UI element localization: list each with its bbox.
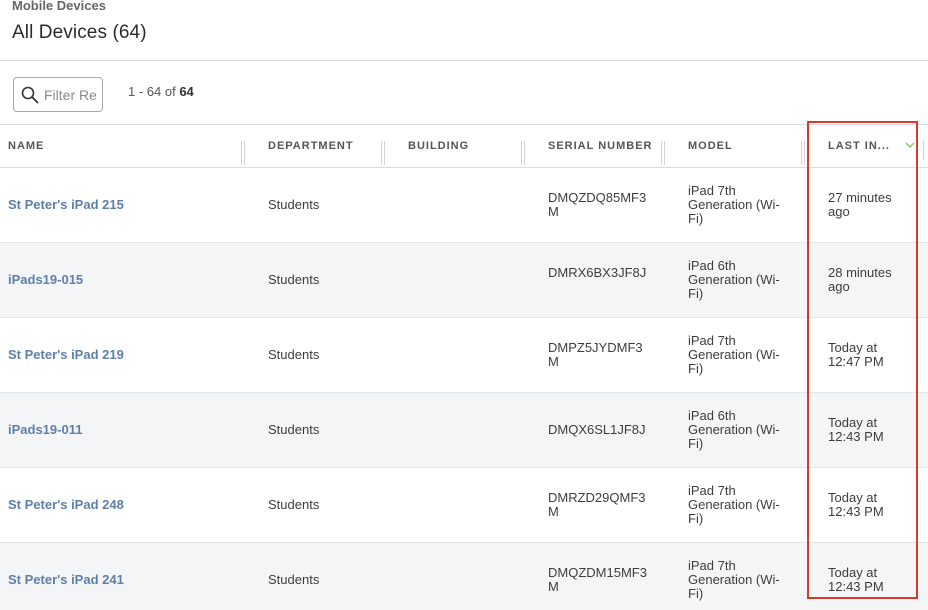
page-title: All Devices (64) [12, 22, 147, 43]
column-header-building[interactable]: BUILDING [408, 140, 469, 152]
device-model: iPad 7th Generation (Wi-Fi) [688, 333, 780, 376]
device-last-inventory: Today at 12:47 PM [828, 340, 884, 369]
column-header-department[interactable]: DEPARTMENT [268, 140, 354, 152]
filter-input[interactable] [44, 85, 100, 105]
chevron-down-icon[interactable] [905, 141, 915, 149]
device-name-link[interactable]: iPads19-011 [8, 423, 82, 437]
device-model: iPad 7th Generation (Wi-Fi) [688, 183, 780, 226]
toolbar: 1 - 64 of 64 [0, 61, 928, 124]
breadcrumb[interactable]: Mobile Devices [12, 0, 106, 13]
column-resize-handle[interactable] [801, 141, 805, 165]
column-divider [923, 140, 924, 160]
device-serial: DMQX6SL1JF8J [548, 422, 646, 437]
device-serial: DMQZDM15MF3M [548, 565, 647, 594]
table-header: NAME DEPARTMENT BUILDING SERIAL NUMBER M… [0, 124, 928, 168]
device-department: Students [268, 347, 320, 362]
device-name-link[interactable]: St Peter's iPad 241 [8, 573, 124, 587]
filter-box[interactable] [13, 77, 103, 112]
table-row[interactable]: iPads19-015 Students DMRX6BX3JF8J iPad 6… [0, 243, 928, 318]
column-header-last-inventory[interactable]: LAST IN... [828, 140, 890, 152]
device-serial: DMPZ5JYDMF3M [548, 340, 643, 369]
pagination-range: 1 - 64 of [128, 84, 180, 99]
table-row[interactable]: St Peter's iPad 248 Students DMRZD29QMF3… [0, 468, 928, 543]
device-serial: DMRZD29QMF3M [548, 490, 646, 519]
table-row[interactable]: St Peter's iPad 215 Students DMQZDQ85MF3… [0, 168, 928, 243]
column-resize-handle[interactable] [661, 141, 665, 165]
device-department: Students [268, 197, 320, 212]
pagination-total: 64 [179, 84, 194, 99]
device-department: Students [268, 272, 320, 287]
table-row[interactable]: St Peter's iPad 241 Students DMQZDM15MF3… [0, 543, 928, 610]
device-name-link[interactable]: iPads19-015 [8, 273, 83, 287]
search-icon [21, 86, 39, 104]
table-row[interactable]: iPads19-011 Students DMQX6SL1JF8J iPad 6… [0, 393, 928, 468]
page-header: Mobile Devices All Devices (64) [0, 0, 928, 61]
column-header-model[interactable]: MODEL [688, 140, 733, 152]
device-department: Students [268, 422, 320, 437]
table-row[interactable]: St Peter's iPad 219 Students DMPZ5JYDMF3… [0, 318, 928, 393]
device-name-link[interactable]: St Peter's iPad 215 [8, 198, 124, 212]
device-model: iPad 7th Generation (Wi-Fi) [688, 558, 780, 601]
device-last-inventory: Today at 12:43 PM [828, 490, 884, 519]
device-last-inventory: 27 minutes ago [828, 190, 892, 219]
device-name-link[interactable]: St Peter's iPad 248 [8, 498, 124, 512]
column-resize-handle[interactable] [241, 141, 245, 165]
device-department: Students [268, 572, 320, 587]
column-resize-handle[interactable] [381, 141, 385, 165]
column-header-name[interactable]: NAME [8, 140, 44, 152]
device-name-link[interactable]: St Peter's iPad 219 [8, 348, 124, 362]
device-serial: DMQZDQ85MF3M [548, 190, 647, 219]
device-last-inventory: Today at 12:43 PM [828, 565, 884, 594]
column-resize-handle[interactable] [521, 141, 525, 165]
device-model: iPad 7th Generation (Wi-Fi) [688, 483, 780, 526]
device-model: iPad 6th Generation (Wi-Fi) [688, 258, 780, 301]
device-department: Students [268, 497, 320, 512]
device-last-inventory: Today at 12:43 PM [828, 415, 884, 444]
device-model: iPad 6th Generation (Wi-Fi) [688, 408, 780, 451]
devices-table: NAME DEPARTMENT BUILDING SERIAL NUMBER M… [0, 124, 928, 610]
device-serial: DMRX6BX3JF8J [548, 265, 647, 280]
pagination-info: 1 - 64 of 64 [128, 84, 194, 99]
device-last-inventory: 28 minutes ago [828, 265, 892, 294]
column-header-serial-number[interactable]: SERIAL NUMBER [548, 140, 652, 152]
